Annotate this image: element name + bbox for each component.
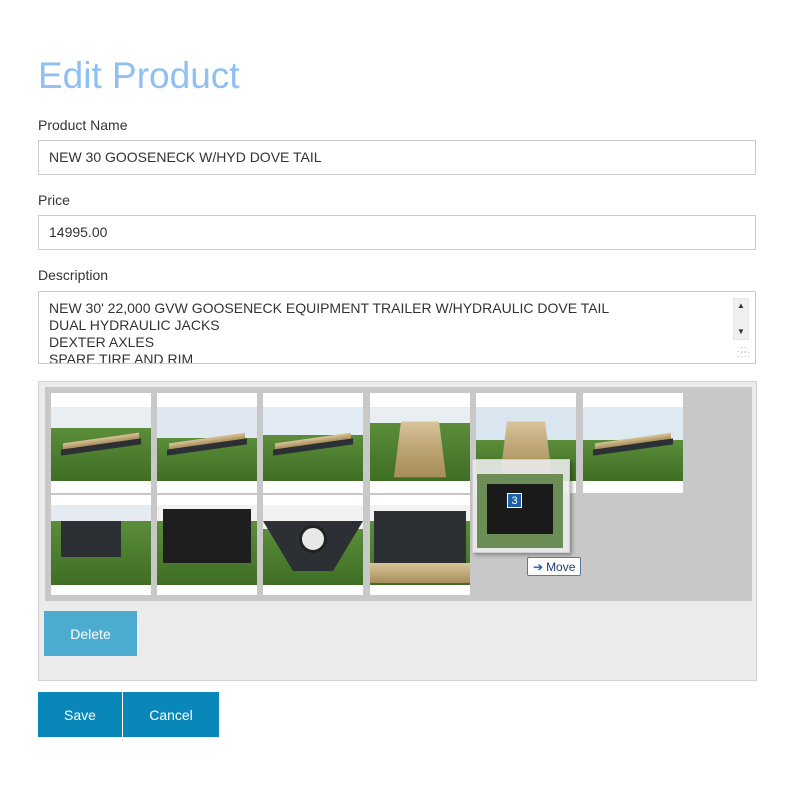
delete-button[interactable]: Delete	[44, 611, 137, 656]
move-tooltip: ➔ Move	[527, 557, 582, 576]
thumbnail-image	[263, 505, 363, 585]
thumbnail-image	[51, 407, 151, 481]
trailer-photo-front-angle[interactable]	[157, 393, 257, 493]
trailer-photo-gooseneck[interactable]	[51, 495, 151, 595]
cancel-button[interactable]: Cancel	[123, 692, 219, 737]
thumbnail-image	[157, 407, 257, 481]
price-input[interactable]: 14995.00	[38, 215, 756, 250]
trailer-photo-spare-tire[interactable]	[263, 495, 363, 595]
scroll-down-icon[interactable]: ▼	[737, 328, 745, 336]
trailer-photo-deck[interactable]	[370, 393, 470, 493]
trailer-photo-toolbox[interactable]	[157, 495, 257, 595]
price-label: Price	[38, 192, 70, 208]
description-textarea[interactable]: NEW 30' 22,000 GVW GOOSENECK EQUIPMENT T…	[38, 291, 756, 364]
page-title: Edit Product	[38, 55, 240, 96]
image-gallery-panel: Delete	[38, 381, 757, 681]
arrow-right-icon: ➔	[533, 559, 544, 574]
trailer-photo-side[interactable]	[51, 393, 151, 493]
image-thumbnail-grid	[45, 387, 752, 601]
drag-count-badge: 3	[507, 493, 522, 508]
product-name-input[interactable]: NEW 30 GOOSENECK W/HYD DOVE TAIL	[38, 140, 756, 175]
move-tooltip-label: Move	[546, 559, 576, 574]
trailer-photo-profile[interactable]	[583, 393, 683, 493]
thumbnail-image	[370, 505, 470, 585]
description-scrollbar[interactable]: ▲ ▼	[733, 298, 749, 340]
resize-handle-icon[interactable]: .::.:::	[737, 345, 750, 359]
thumbnail-image	[370, 407, 470, 481]
description-text: NEW 30' 22,000 GVW GOOSENECK EQUIPMENT T…	[49, 300, 610, 364]
product-name-label: Product Name	[38, 117, 128, 133]
thumbnail-image	[157, 505, 257, 585]
save-button[interactable]: Save	[38, 692, 122, 737]
thumbnail-image	[583, 407, 683, 481]
description-label: Description	[38, 267, 109, 283]
scroll-up-icon[interactable]: ▲	[737, 302, 745, 310]
drag-preview-image	[477, 474, 563, 548]
trailer-photo-ramps[interactable]	[370, 495, 470, 595]
thumbnail-image	[263, 407, 363, 481]
trailer-photo-rear-angle[interactable]	[263, 393, 363, 493]
thumbnail-image	[51, 505, 151, 585]
